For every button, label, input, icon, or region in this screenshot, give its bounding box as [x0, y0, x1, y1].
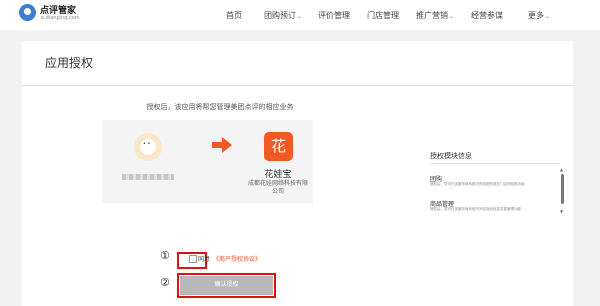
logo-subtitle: e.dianping.com [41, 15, 80, 21]
agree-checkbox[interactable] [189, 255, 197, 263]
title-divider [22, 85, 573, 86]
scrollbar-thumb[interactable] [561, 174, 564, 204]
nav-item-business-advisor[interactable]: 经营参谋 [471, 10, 503, 21]
step-marker-two: ② [160, 276, 170, 289]
nav-label: 首页 [226, 11, 242, 20]
nav-item-reviews[interactable]: 评价管理 [318, 10, 350, 21]
dianping-logo-icon[interactable] [19, 4, 36, 21]
agree-label[interactable]: 同意 [198, 254, 210, 263]
scroll-down-icon[interactable]: ▼ [560, 209, 563, 214]
agreement-link[interactable]: 《商户授权协议》 [213, 254, 261, 263]
authorization-card: 应用授权 授权后，该应用将帮您管理美团点评的相应业务 花 花娃宝 成都花娃网络科… [22, 41, 573, 306]
app-logo-icon: 花 [264, 132, 293, 161]
nav-label: 经营参谋 [471, 11, 503, 20]
nav-label: 评价管理 [318, 11, 350, 20]
page-title: 应用授权 [45, 56, 94, 70]
confirm-authorization-button[interactable]: 确认授权 [180, 276, 273, 295]
nav-item-home[interactable]: 首页 [226, 10, 242, 21]
app-connection-panel: 花 花娃宝 成都花娃网络科技有限公司 [102, 120, 313, 203]
chevron-down-icon: ⌄ [545, 13, 551, 20]
chevron-down-icon: ⌄ [297, 13, 303, 20]
scope-panel-divider [430, 163, 560, 164]
top-nav-bar: 点评管家 e.dianping.com 首页 团购预订⌄ 评价管理 门店管理 推… [0, 0, 600, 30]
step-marker-one: ① [160, 249, 170, 262]
nav-label: 推广营销 [416, 11, 448, 20]
arrow-right-icon [212, 137, 232, 153]
blurred-merchant-name [122, 174, 174, 180]
nav-label: 门店管理 [367, 11, 399, 20]
nav-item-marketing[interactable]: 推广营销⌄ [416, 10, 454, 21]
scope-desc-groupbuy: 授权后，您可在该服务商系统内完成团购券在门店的验券功能 [430, 182, 525, 186]
nav-item-stores[interactable]: 门店管理 [367, 10, 399, 21]
scope-desc-products: 授权后，您可在该服务商系统内完成商品信息变更管理功能 [430, 207, 521, 211]
chevron-down-icon: ⌄ [449, 13, 455, 20]
nav-item-group-buying[interactable]: 团购预订⌄ [264, 10, 302, 21]
scope-panel-title: 授权模块信息 [430, 152, 472, 160]
nav-label: 更多 [528, 11, 544, 20]
scroll-up-icon[interactable]: ▲ [560, 167, 563, 172]
app-company: 成都花娃网络科技有限公司 [247, 180, 308, 195]
nav-label: 团购预订 [264, 11, 296, 20]
user-avatar-icon [134, 133, 162, 161]
authorization-intro: 授权后，该应用将帮您管理美团点评的相应业务 [146, 103, 294, 111]
app-name: 花娃宝 [264, 170, 292, 180]
nav-item-more[interactable]: 更多⌄ [528, 10, 550, 21]
